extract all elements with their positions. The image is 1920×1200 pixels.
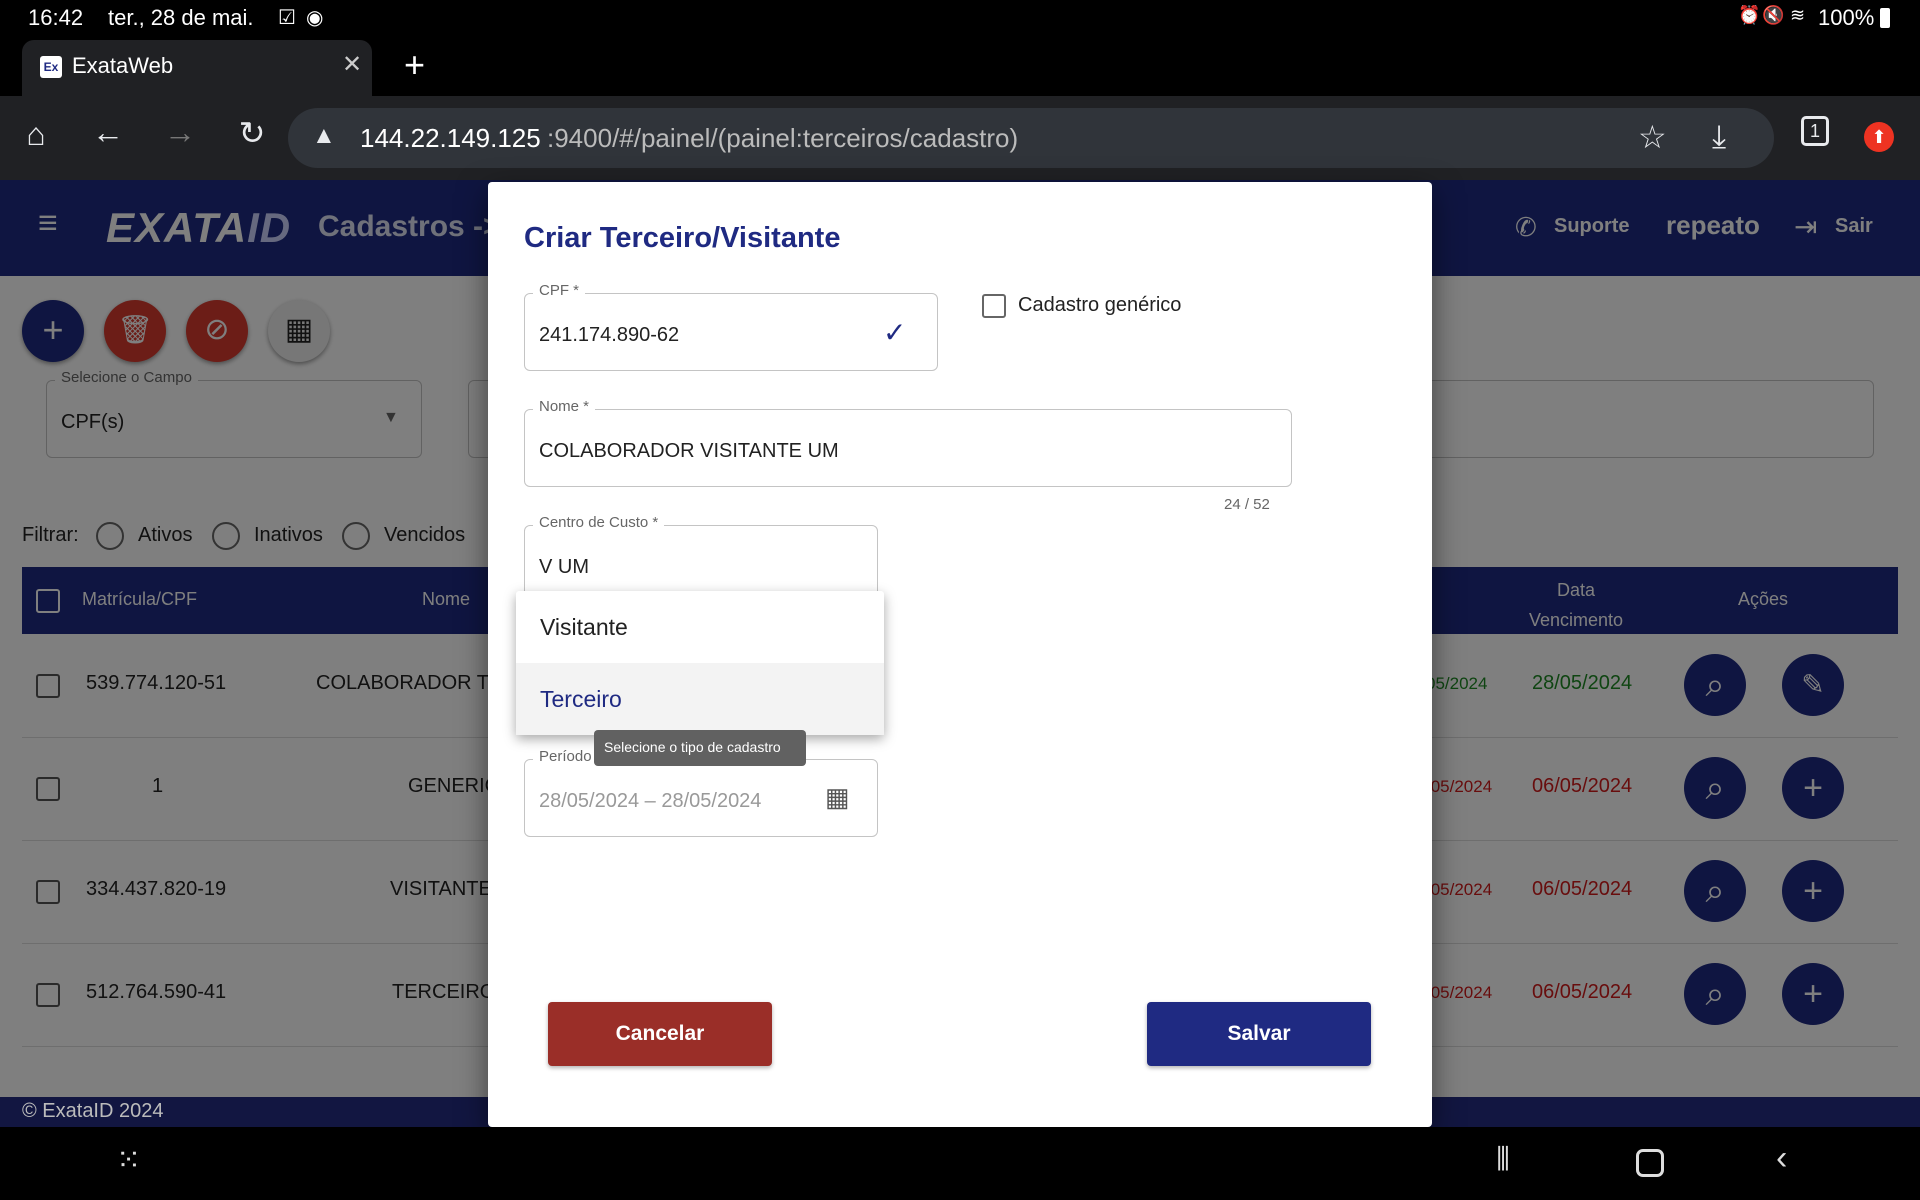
- option-terceiro-label: Terceiro: [540, 686, 622, 712]
- cancel-button[interactable]: Cancelar: [548, 1002, 772, 1066]
- wifi-icon: ≋: [1790, 5, 1806, 25]
- reload-icon[interactable]: ↻: [227, 114, 277, 152]
- close-tab-icon[interactable]: ✕: [342, 50, 362, 79]
- tab-count: 1: [1801, 116, 1829, 146]
- apps-grid-icon[interactable]: ⁙: [116, 1143, 141, 1178]
- create-dialog: Criar Terceiro/Visitante CPF * 241.174.8…: [488, 182, 1432, 1127]
- forward-icon[interactable]: →: [155, 114, 205, 151]
- mute-icon: 🔇: [1762, 5, 1785, 25]
- option-visitante[interactable]: Visitante: [516, 591, 884, 663]
- tooltip: Selecione o tipo de cadastro: [594, 730, 806, 766]
- generic-checkbox-label: Cadastro genérico: [1018, 294, 1182, 316]
- system-nav-bar: ⁙ ⦀ ‹: [0, 1127, 1920, 1200]
- tab-switcher-icon[interactable]: 1: [1790, 112, 1840, 146]
- status-time: 16:42: [28, 5, 84, 30]
- battery-icon: [1880, 8, 1890, 28]
- periodo-label: Período: [533, 748, 598, 765]
- generic-checkbox[interactable]: [982, 294, 1006, 318]
- warning-icon[interactable]: ▲: [312, 122, 336, 150]
- new-tab-icon[interactable]: +: [404, 44, 425, 86]
- check-icon: ✓: [883, 317, 907, 348]
- option-visitante-label: Visitante: [540, 614, 628, 640]
- option-terceiro[interactable]: Terceiro: [516, 663, 884, 735]
- save-button[interactable]: Salvar: [1147, 1002, 1371, 1066]
- cpf-field[interactable]: CPF * 241.174.890-62 ✓: [524, 282, 938, 371]
- checkbox-notification-icon: ☑: [278, 7, 296, 29]
- bookmark-star-icon[interactable]: ☆: [1638, 118, 1667, 156]
- address-bar[interactable]: ▲ 144.22.149.125 :9400/#/painel/(painel:…: [288, 108, 1774, 168]
- home-nav-icon[interactable]: [1636, 1149, 1664, 1177]
- url-path: :9400/#/painel/(painel:terceiros/cadastr…: [547, 123, 1019, 153]
- browser-tab[interactable]: Ex ExataWeb ✕: [22, 40, 372, 96]
- centro-custo-value: V UM: [539, 556, 589, 578]
- tab-title: ExataWeb: [72, 53, 174, 78]
- nome-label: Nome *: [533, 398, 596, 415]
- nome-value: COLABORADOR VISITANTE UM: [539, 440, 839, 462]
- battery-level: 100%: [1818, 5, 1875, 30]
- tipo-dropdown-panel: Visitante Terceiro: [516, 591, 884, 735]
- alarm-icon: ⏰: [1738, 5, 1761, 25]
- calendar-icon[interactable]: ▦: [825, 782, 850, 813]
- profile-icon[interactable]: ⬆: [1864, 122, 1894, 152]
- nome-field[interactable]: Nome * COLABORADOR VISITANTE UM: [524, 398, 1292, 487]
- nome-counter: 24 / 52: [1224, 496, 1270, 513]
- status-date: ter., 28 de mai.: [108, 5, 254, 30]
- footer-copyright: © ExataID 2024: [22, 1100, 164, 1122]
- periodo-value: 28/05/2024 – 28/05/2024: [539, 790, 762, 812]
- periodo-field[interactable]: Período 28/05/2024 – 28/05/2024 ▦: [524, 748, 878, 837]
- status-bar: 16:42 ter., 28 de mai. ☑ ◉ ⏰ 🔇 ≋ 100%: [0, 0, 1920, 36]
- back-nav-icon[interactable]: ‹: [1776, 1139, 1787, 1178]
- home-icon[interactable]: ⌂: [11, 116, 61, 153]
- centro-custo-label: Centro de Custo *: [533, 514, 665, 531]
- download-icon[interactable]: ⤓: [1712, 118, 1726, 156]
- favicon-icon: Ex: [40, 56, 62, 78]
- cpf-label: CPF *: [533, 282, 586, 299]
- back-icon[interactable]: ←: [83, 114, 133, 151]
- url-host: 144.22.149.125: [360, 123, 541, 153]
- dialog-title: Criar Terceiro/Visitante: [524, 222, 841, 254]
- cpf-value: 241.174.890-62: [539, 324, 680, 346]
- tooltip-text: Selecione o tipo de cadastro: [604, 739, 781, 755]
- recents-icon[interactable]: ⦀: [1496, 1141, 1510, 1179]
- sync-notification-icon: ◉: [306, 7, 324, 29]
